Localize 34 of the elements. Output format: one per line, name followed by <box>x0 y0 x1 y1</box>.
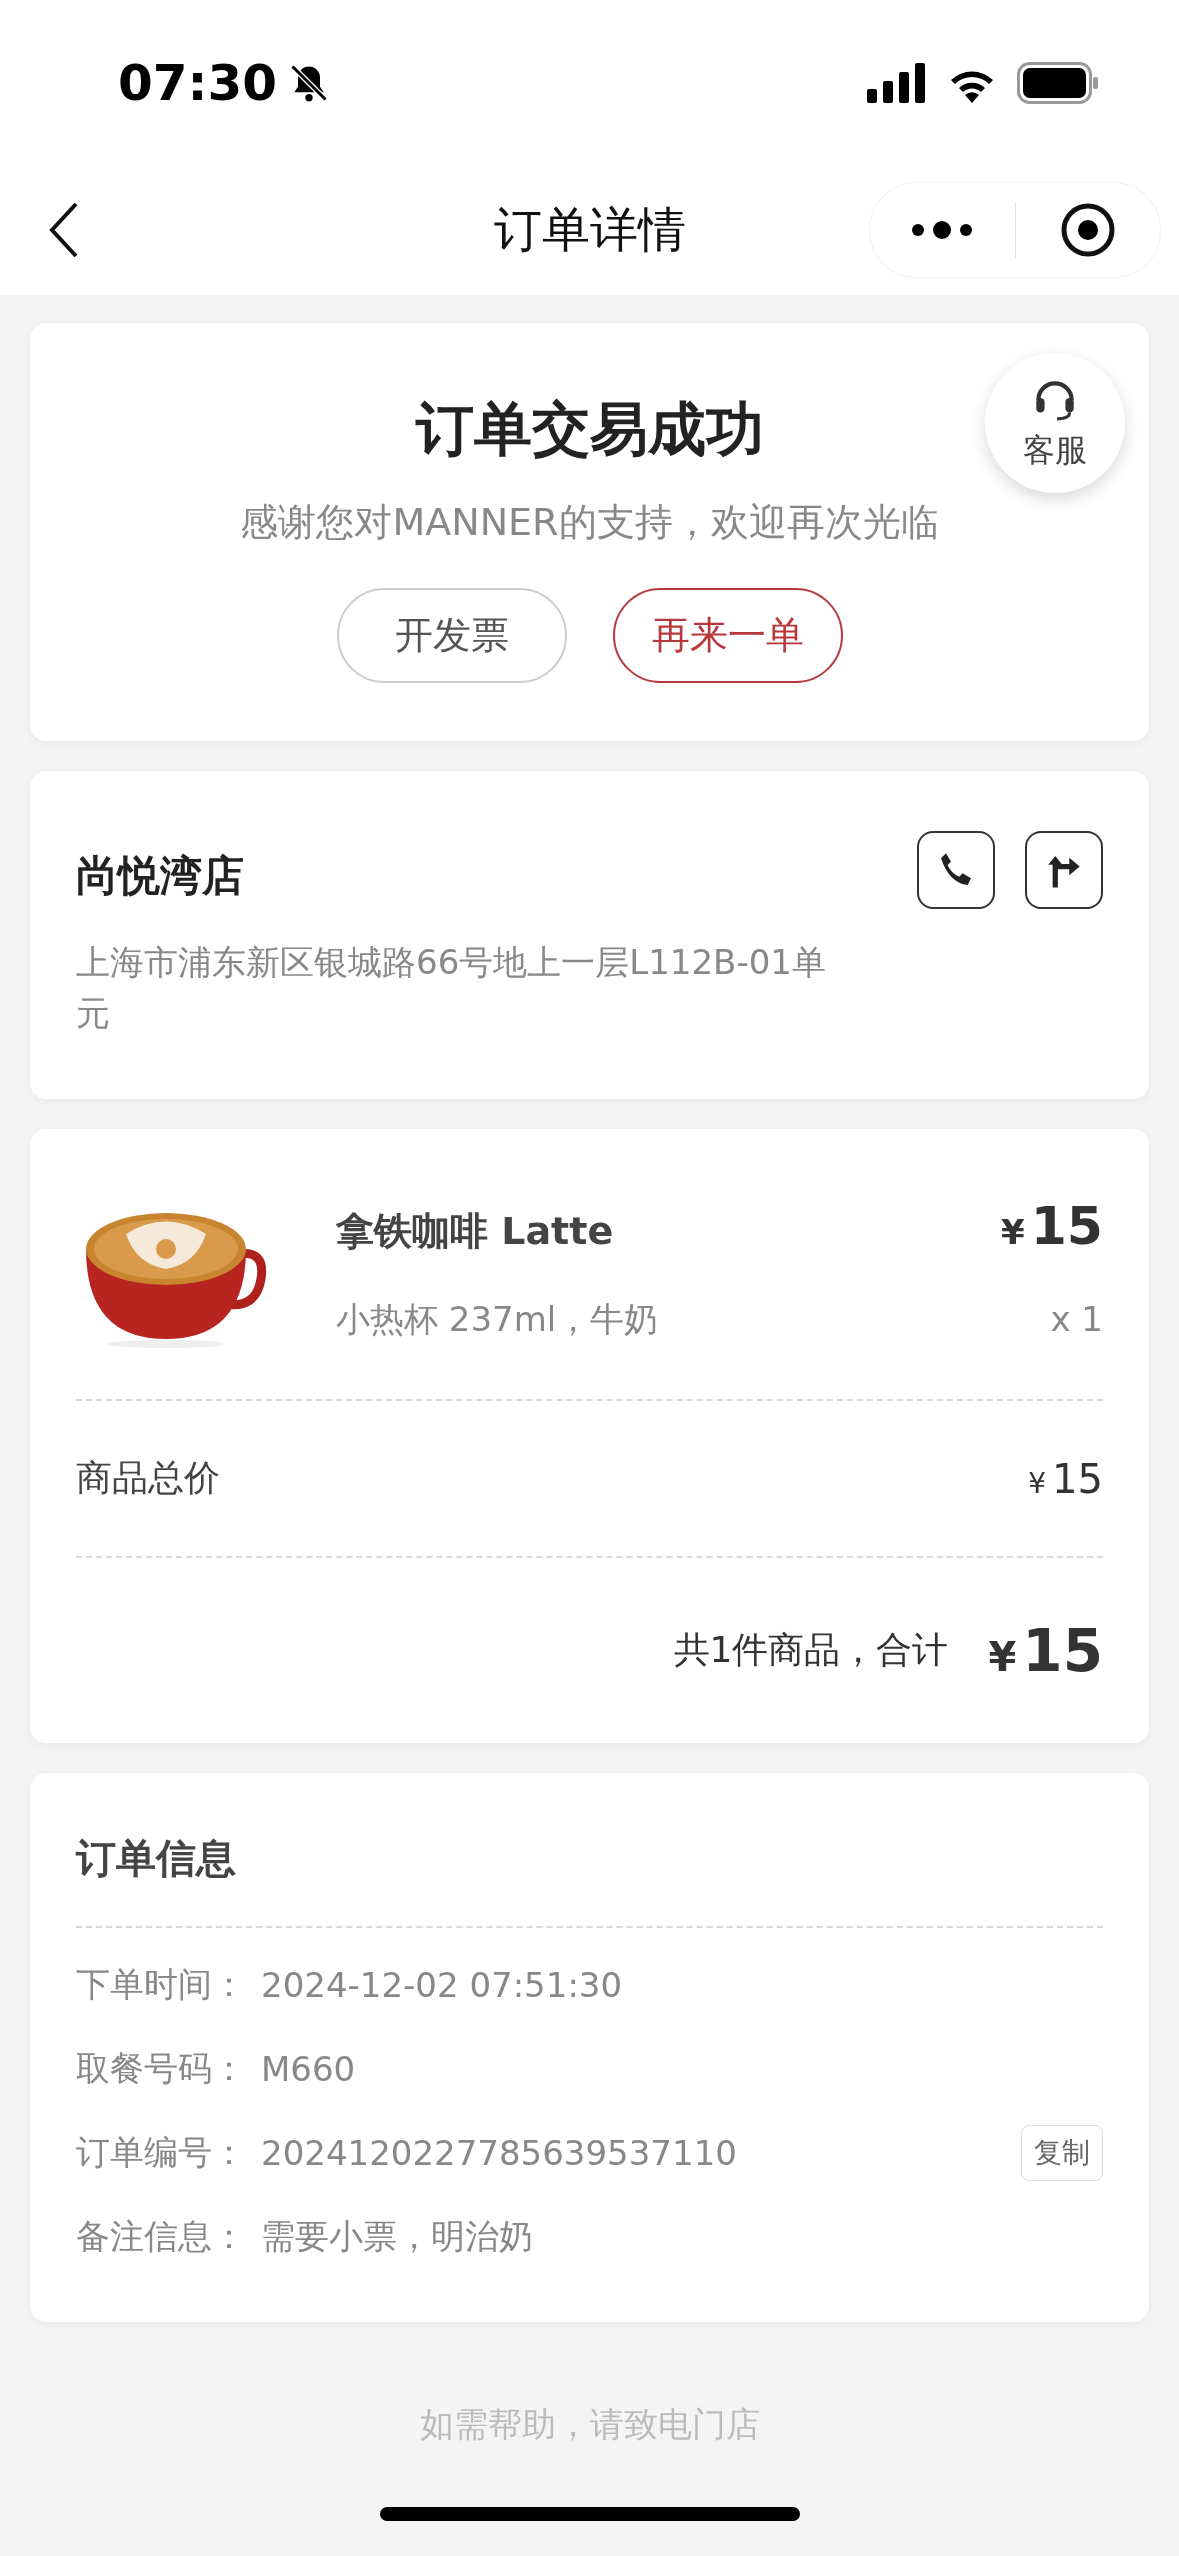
subtotal-label: 商品总价 <box>76 1456 220 1500</box>
store-name: 尚悦湾店 <box>76 850 244 902</box>
info-value: 2024-12-02 07:51:30 <box>261 1965 624 2005</box>
more-icon <box>911 220 974 240</box>
status-time: 07:30 <box>118 53 278 112</box>
info-label: 取餐号码： <box>76 2047 247 2090</box>
info-value: 需要小票，明治奶 <box>261 2215 534 2258</box>
help-text: 如需帮助，请致电门店 <box>419 2404 760 2444</box>
result-title: 订单交易成功 <box>415 394 764 465</box>
info-label: 订单编号： <box>76 2131 247 2174</box>
signal-icon <box>867 62 927 103</box>
info-label: 备注信息： <box>76 2215 247 2258</box>
phone-button[interactable] <box>917 831 995 909</box>
customer-service-button[interactable]: 客服 <box>985 353 1125 493</box>
target-icon <box>1059 202 1116 258</box>
subtotal-value: ¥15 <box>1028 1455 1103 1502</box>
store-address: 上海市浦东新区银城路66号地上一层L112B-01单元 <box>76 941 827 1035</box>
info-value: 2024120227785639537110 <box>261 2133 738 2173</box>
total-label: 共1件商品，合计 <box>673 1628 949 1672</box>
total-value: ¥15 <box>988 1616 1103 1685</box>
info-label: 下单时间： <box>76 1963 247 2006</box>
item-name: 拿铁咖啡 Latte <box>336 1207 614 1255</box>
item-quantity: x 1 <box>1050 1298 1103 1339</box>
order-info-title: 订单信息 <box>74 1834 237 1883</box>
page-title: 订单详情 <box>493 200 686 259</box>
copy-button[interactable]: 复制 <box>1021 2125 1103 2181</box>
thanks-message: 感谢您对MANNER的支持，欢迎再次光临 <box>239 499 940 546</box>
info-value: M660 <box>261 2049 357 2089</box>
reorder-button[interactable]: 再来一单 <box>612 588 843 683</box>
battery-icon <box>1017 61 1099 104</box>
directions-button[interactable] <box>1025 831 1103 909</box>
item-price: ¥15 <box>1000 1195 1103 1256</box>
invoice-button[interactable]: 开发票 <box>336 588 567 683</box>
item-options: 小热杯 237ml，牛奶 <box>336 1296 659 1343</box>
